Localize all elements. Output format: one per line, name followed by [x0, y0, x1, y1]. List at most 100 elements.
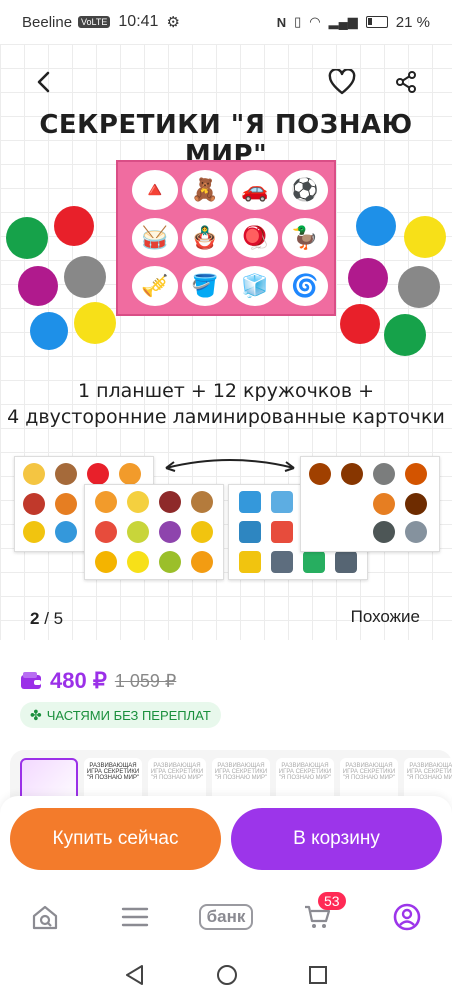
cubes-icon: 🧊: [232, 266, 278, 306]
card-toy-item: [55, 463, 77, 485]
bucket-icon: 🪣: [182, 266, 228, 306]
circle-red-right: [340, 304, 380, 344]
image-counter: 2 / 5: [30, 609, 63, 629]
toy-board-image: 🔺 🧸 🚗 ⚽ 🥁 🪆 🪀 🦆 🎺 🪣 🧊 🌀: [116, 160, 336, 316]
card-fruit-item: [127, 491, 149, 513]
card-fruit-item: [191, 551, 213, 573]
system-recents-icon[interactable]: [308, 965, 328, 985]
volte-badge: VoLTE: [78, 16, 111, 28]
pyramid-toy-icon: 🔺: [132, 170, 178, 210]
ball-icon: ⚽: [282, 170, 328, 210]
circle-green-left: [6, 217, 48, 259]
product-image-gallery[interactable]: СЕКРЕТИКИ "Я ПОЗНАЮ МИР" 🔺 🧸 🚗 ⚽ 🥁 🪆 🪀 🦆…: [0, 44, 452, 640]
profile-icon: [393, 903, 421, 931]
card-transport-item: [271, 521, 293, 543]
current-price: 480 ₽: [50, 668, 107, 693]
image-counter-total: / 5: [44, 609, 64, 628]
back-button[interactable]: [27, 66, 59, 98]
card-animal-item: [405, 463, 427, 485]
battery-icon: [365, 16, 388, 28]
nfc-icon: N: [276, 14, 287, 30]
card-animal-item: [405, 493, 427, 515]
similar-products-link[interactable]: Похожие: [351, 607, 420, 627]
card-fruit-item: [127, 521, 149, 543]
tab-cart[interactable]: 53: [300, 892, 346, 934]
card-fruit-item: [159, 491, 181, 513]
trumpet-icon: 🎺: [132, 266, 178, 306]
card-toy-item: [55, 521, 77, 543]
circle-magenta-right: [348, 258, 388, 298]
price-row: 480 ₽ 1 059 ₽: [20, 668, 176, 694]
circle-green-right: [384, 314, 426, 356]
home-search-icon: [32, 905, 58, 930]
card-fruits: [84, 484, 224, 580]
card-toy-item: [23, 463, 45, 485]
circle-gray-left: [64, 256, 106, 298]
clock: 10:41: [118, 13, 159, 30]
clover-icon: ✤: [30, 706, 42, 723]
add-to-cart-button[interactable]: В корзину: [231, 808, 442, 870]
share-icon: [396, 71, 416, 93]
doll-icon: 🪆: [182, 218, 228, 258]
card-transport-item: [271, 491, 293, 513]
circle-blue-left: [30, 312, 68, 350]
card-transport-item: [335, 551, 357, 573]
carrier-name: Beeline: [22, 13, 73, 31]
system-home-icon[interactable]: [216, 964, 238, 986]
spinning-top-icon: 🌀: [282, 266, 328, 306]
image-subtitle-line2: 4 двусторонние ламинированные карточки: [7, 406, 445, 428]
tab-bank[interactable]: банк: [194, 900, 258, 934]
card-fruit-item: [95, 491, 117, 513]
card-toy-item: [55, 493, 77, 515]
drum-icon: 🥁: [132, 218, 178, 258]
card-fruit-item: [159, 551, 181, 573]
card-animal-item: [373, 493, 395, 515]
card-transport-item: [239, 521, 261, 543]
card-fruit-item: [95, 521, 117, 543]
circle-gray-right: [398, 266, 440, 308]
card-fruit-item: [127, 551, 149, 573]
tab-home[interactable]: [28, 900, 62, 934]
card-transport-item: [303, 551, 325, 573]
card-fruit-item: [191, 521, 213, 543]
image-subtitle-line1: 1 планшет + 12 кружочков +: [77, 380, 375, 402]
card-animal-item: [341, 463, 363, 485]
bank-label: банк: [198, 904, 254, 930]
circle-magenta-left: [18, 266, 58, 306]
card-animal-item: [405, 521, 427, 543]
card-animals: [300, 456, 440, 552]
circle-yellow-left: [74, 302, 116, 344]
card-fruit-item: [95, 551, 117, 573]
card-transport-item: [239, 491, 261, 513]
chevron-left-icon: [37, 71, 50, 93]
bottom-tab-bar: банк 53: [0, 886, 452, 950]
circle-red-left: [54, 206, 94, 246]
card-animal-item: [309, 463, 331, 485]
buy-now-button[interactable]: Купить сейчас: [10, 808, 221, 870]
wallet-icon: [21, 672, 41, 689]
card-animal-item: [373, 521, 395, 543]
card-toy-item: [23, 493, 45, 515]
system-navigation: [0, 950, 452, 1000]
card-toy-item: [87, 463, 109, 485]
signal-icon: ▂▄▆: [328, 14, 358, 29]
favorite-button[interactable]: [326, 66, 358, 98]
teddy-bear-icon: 🧸: [182, 170, 228, 210]
tab-profile[interactable]: [390, 900, 424, 934]
system-back-icon[interactable]: [124, 964, 146, 986]
wifi-icon: ◠: [309, 14, 321, 29]
rattle-icon: 🪀: [232, 218, 278, 258]
tab-catalog[interactable]: [118, 900, 152, 934]
installment-badge[interactable]: ✤ ЧАСТЯМИ БЕЗ ПЕРЕПЛАТ: [20, 702, 221, 728]
share-button[interactable]: [390, 66, 422, 98]
card-transport-item: [239, 551, 261, 573]
menu-icon: [121, 907, 149, 927]
card-fruit-item: [191, 491, 213, 513]
installment-badge-label: ЧАСТЯМИ БЕЗ ПЕРЕПЛАТ: [46, 707, 211, 723]
vibrate-icon: ▯: [294, 14, 302, 29]
toy-car-icon: 🚗: [232, 170, 278, 210]
card-toy-item: [23, 521, 45, 543]
image-counter-current: 2: [30, 609, 40, 628]
battery-percent: 21 %: [395, 13, 430, 31]
duck-icon: 🦆: [282, 218, 328, 258]
